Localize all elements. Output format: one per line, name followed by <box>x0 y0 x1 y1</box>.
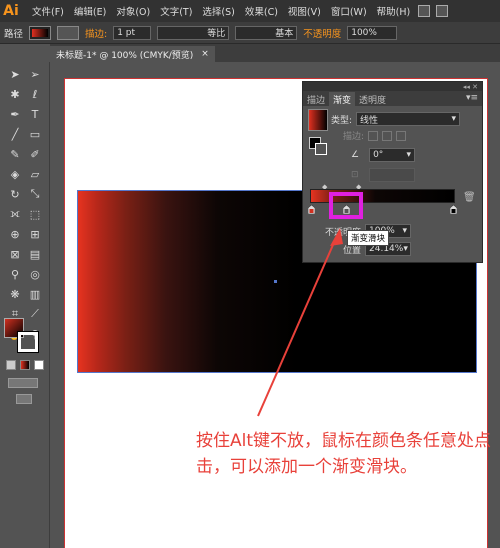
annotation-text: 按住Alt键不放，鼠标在颜色条任意处点击，可以添加一个渐变滑块。 <box>196 431 492 477</box>
